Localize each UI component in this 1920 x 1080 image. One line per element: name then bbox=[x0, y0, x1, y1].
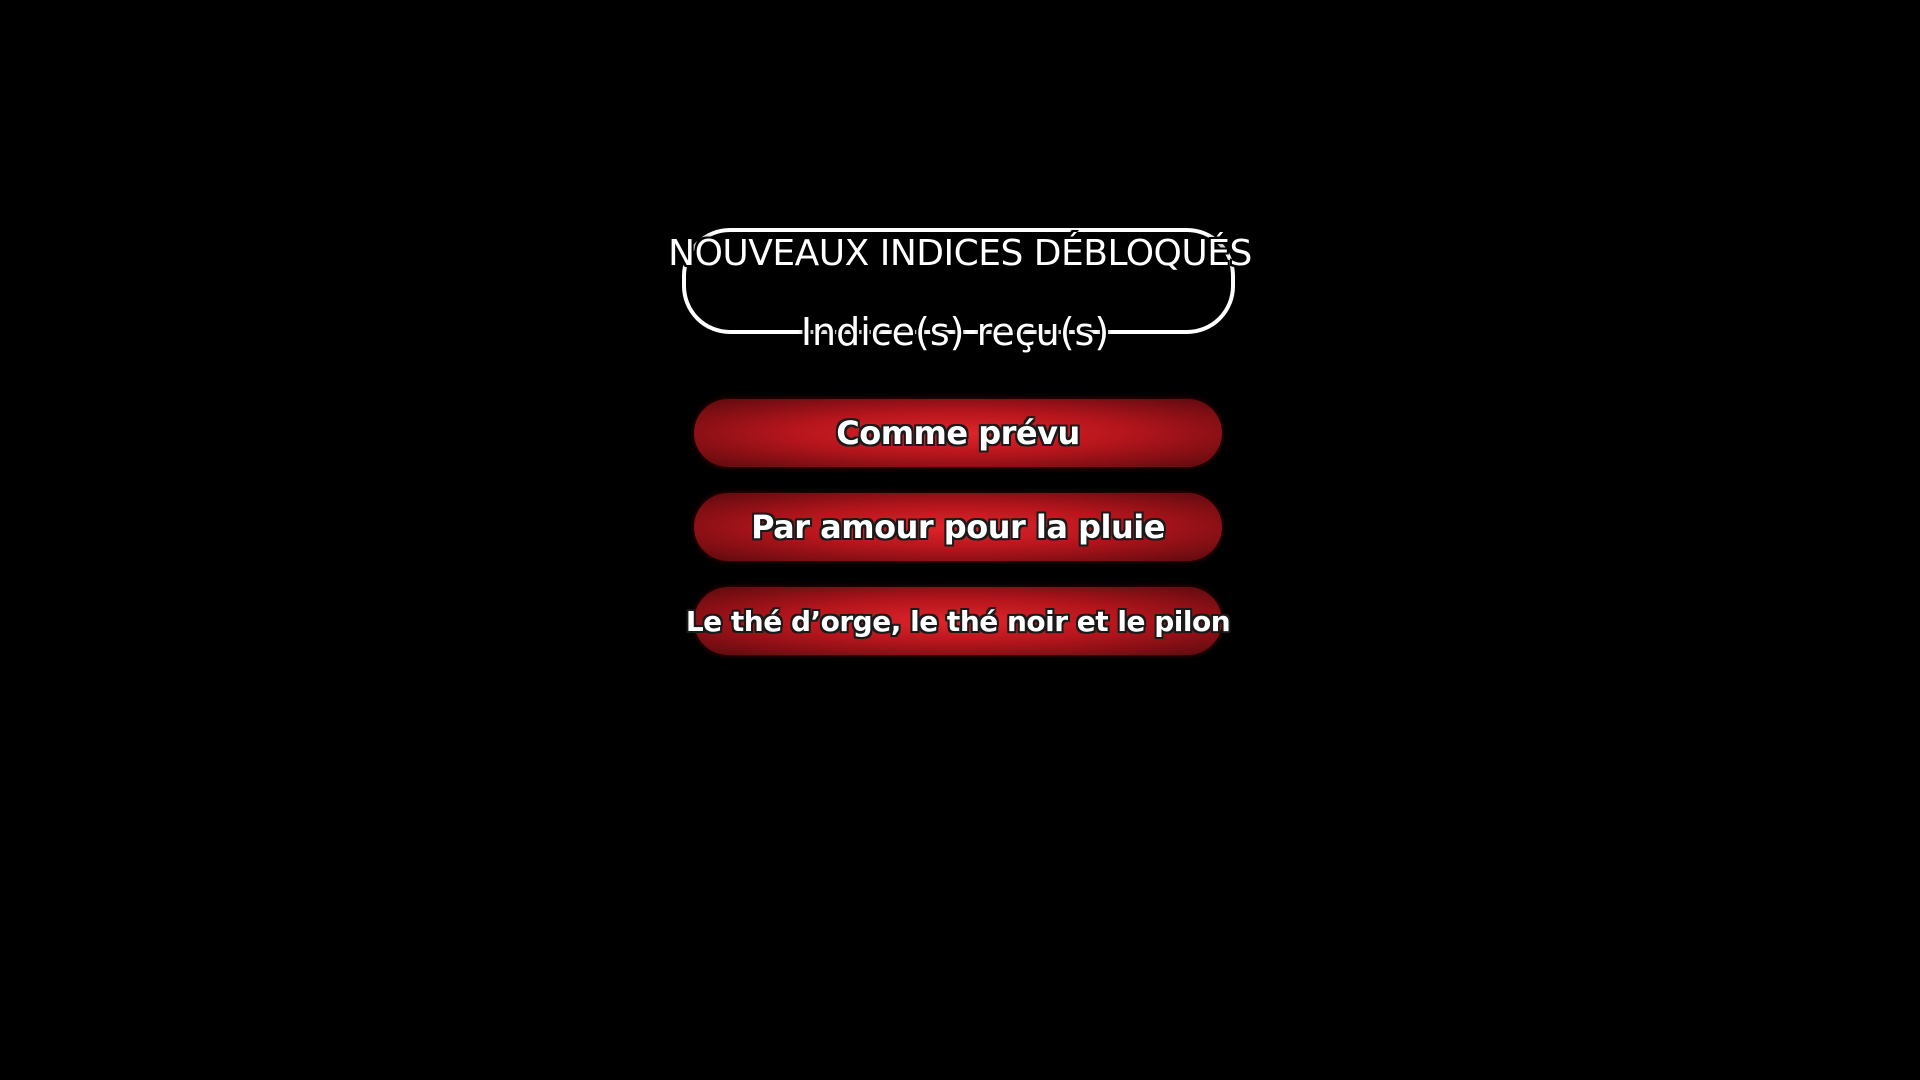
clue-label: Comme prévu bbox=[836, 414, 1080, 452]
header-title: NOUVEAUX INDICES DÉBLOQUÉS bbox=[560, 226, 1360, 282]
header-subtitle: Indice(s) reçu(s) bbox=[800, 310, 1110, 354]
clue-button-3[interactable]: Le thé d’orge, le thé noir et le pilon bbox=[686, 587, 1231, 655]
header-title-text: NOUVEAUX INDICES DÉBLOQUÉS bbox=[668, 233, 1252, 274]
clue-label: Le thé d’orge, le thé noir et le pilon bbox=[685, 604, 1231, 638]
clue-button-1[interactable]: Comme prévu bbox=[694, 399, 1222, 467]
clue-label: Par amour pour la pluie bbox=[751, 508, 1165, 546]
clue-button-2[interactable]: Par amour pour la pluie bbox=[694, 493, 1222, 561]
